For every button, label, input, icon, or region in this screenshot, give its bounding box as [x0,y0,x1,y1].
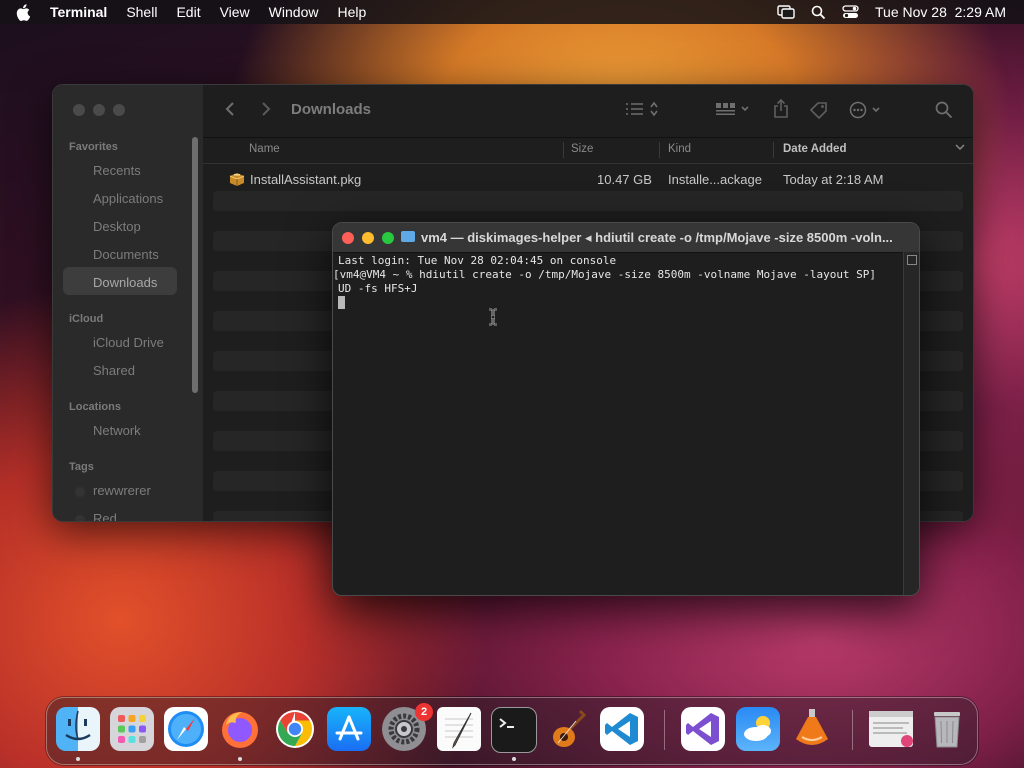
menu-app-terminal[interactable]: Terminal [50,4,107,20]
column-date-added[interactable]: Date Added [783,143,846,155]
finder-title: Downloads [291,101,372,118]
zoom-button[interactable] [382,232,394,244]
menu-shell[interactable]: Shell [126,4,157,20]
running-indicator [512,757,516,761]
close-button[interactable] [342,232,354,244]
ibeam-cursor-icon [488,307,498,331]
file-row[interactable]: InstallAssistant.pkg 10.47 GB Installe..… [203,169,973,191]
back-icon[interactable] [225,101,235,122]
dock-vscode-icon[interactable] [600,707,644,751]
dock-separator [664,710,665,750]
dock-launchpad-icon[interactable] [110,707,154,751]
file-size: 10.47 GB [597,172,652,187]
dock: 2 [46,697,978,765]
more-actions-icon[interactable] [849,101,885,124]
finder-sidebar: Favorites Recents Applications Desktop D… [53,85,203,521]
terminal-title: vm4 — diskimages-helper ◂ hdiutil create… [421,230,893,245]
share-icon[interactable] [773,98,789,124]
terminal-output[interactable]: Last login: Tue Nov 28 02:04:45 on conso… [333,254,901,591]
sidebar-item-icloud-drive[interactable]: iCloud Drive [93,335,164,350]
finder-toolbar: Downloads [203,85,973,138]
column-header: Name Size Kind Date Added [203,137,973,164]
terminal-line: UD -fs HFS+J [338,282,418,295]
menu-clock[interactable]: Tue Nov 28 2:29 AM [875,4,1006,20]
forward-icon[interactable] [261,101,271,122]
tag-red-icon [75,515,85,521]
menu-bar: Terminal Shell Edit View Window Help Tue… [0,0,1024,24]
sidebar-header-favorites: Favorites [69,141,118,153]
file-name: InstallAssistant.pkg [250,172,362,187]
column-size[interactable]: Size [571,143,593,155]
dock-terminal-icon[interactable] [491,707,537,753]
dock-trash-icon[interactable] [925,707,969,751]
package-icon [229,172,245,190]
tag-color-icon [75,487,85,497]
minimize-button[interactable] [93,104,105,116]
scroll-split-icon[interactable] [907,255,917,265]
sidebar-item-tag-rewwrerer[interactable]: rewwrerer [93,483,151,498]
apple-icon[interactable] [16,3,34,21]
sidebar-item-recents[interactable]: Recents [93,163,141,178]
dock-separator [852,710,853,750]
running-indicator [76,757,80,761]
dock-safari-icon[interactable] [164,707,208,751]
file-kind: Installe...ackage [668,172,762,187]
menu-help[interactable]: Help [337,4,366,20]
finder-window-controls [73,104,125,116]
list-view-icon[interactable] [625,101,659,122]
sidebar-item-shared[interactable]: Shared [93,363,135,378]
tag-icon[interactable] [809,101,829,124]
column-kind[interactable]: Kind [668,143,691,155]
dock-app-store-icon[interactable] [327,707,371,751]
menu-window[interactable]: Window [269,4,319,20]
sidebar-item-documents[interactable]: Documents [93,247,159,262]
sidebar-header-tags: Tags [69,461,94,473]
sidebar-item-downloads[interactable]: Downloads [93,275,157,290]
screen-mirroring-icon[interactable] [777,5,795,19]
sidebar-header-locations: Locations [69,401,121,413]
empty-row [213,191,963,211]
zoom-button[interactable] [113,104,125,116]
column-name[interactable]: Name [249,143,280,155]
minimize-button[interactable] [362,232,374,244]
sort-chevron-icon[interactable] [955,142,965,155]
terminal-window: vm4 — diskimages-helper ◂ hdiutil create… [332,222,920,596]
sidebar-header-icloud: iCloud [69,313,104,325]
dock-garageband-icon[interactable] [546,707,590,751]
running-indicator [238,757,242,761]
terminal-window-controls [342,232,394,244]
dock-weather-icon[interactable] [736,707,780,751]
group-icon[interactable] [715,101,751,122]
menu-view[interactable]: View [220,4,250,20]
close-button[interactable] [73,104,85,116]
dock-minimized-window-icon[interactable] [869,711,913,747]
terminal-scrollbar[interactable] [903,252,919,595]
file-date-added: Today at 2:18 AM [783,172,884,187]
control-center-icon[interactable] [842,5,859,19]
sidebar-item-applications[interactable]: Applications [93,191,163,206]
menu-edit[interactable]: Edit [176,4,200,20]
folder-icon [401,231,415,242]
dock-firefox-icon[interactable] [218,707,262,751]
terminal-line: [vm4@VM4 ~ % hdiutil create -o /tmp/Moja… [333,268,877,281]
sidebar-item-tag-red[interactable]: Red [93,511,117,521]
terminal-titlebar[interactable]: vm4 — diskimages-helper ◂ hdiutil create… [333,223,919,253]
dock-chrome-icon[interactable] [273,707,317,751]
search-icon[interactable] [935,101,953,124]
sidebar-scrollbar[interactable] [192,137,198,393]
dock-keka-icon[interactable] [790,707,834,751]
spotlight-icon[interactable] [811,5,826,20]
terminal-cursor [338,296,345,309]
sidebar-item-desktop[interactable]: Desktop [93,219,141,234]
dock-textedit-icon[interactable] [437,707,481,751]
dock-finder-icon[interactable] [56,707,100,751]
notification-badge: 2 [415,703,433,721]
dock-visual-studio-icon[interactable] [681,707,725,751]
terminal-line: Last login: Tue Nov 28 02:04:45 on conso… [338,254,617,267]
sidebar-item-network[interactable]: Network [93,423,141,438]
